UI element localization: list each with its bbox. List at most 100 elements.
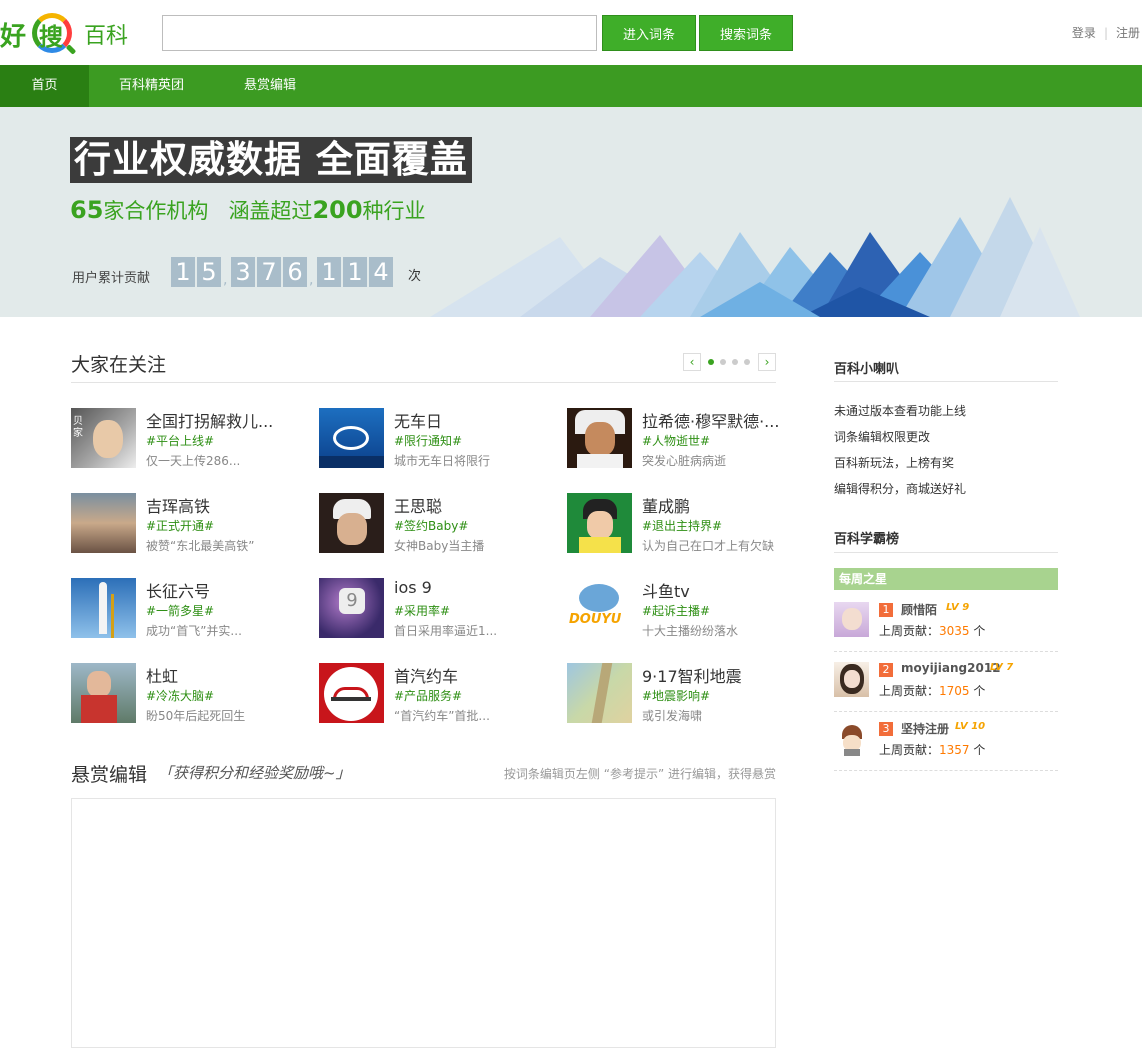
- main-nav: 首页 百科精英团 悬赏编辑: [0, 65, 1142, 107]
- rank-username[interactable]: 顾惜陌: [901, 601, 937, 618]
- hot-item-tag[interactable]: #起诉主播#: [642, 602, 710, 619]
- hot-item[interactable]: 吉珲高铁 #正式开通# 被赞“东北最美高铁”: [71, 493, 286, 555]
- hot-item-name[interactable]: 长征六号: [146, 578, 210, 602]
- hot-item-image: 贝家: [71, 408, 136, 468]
- hot-item-name[interactable]: 斗鱼tv: [642, 578, 690, 602]
- hot-item-desc: 首日采用率逼近1...: [394, 624, 498, 638]
- avatar[interactable]: [834, 602, 869, 637]
- hot-item[interactable]: 长征六号 #一箭多星# 成功“首飞”并实...: [71, 578, 286, 640]
- hot-item-desc: 城市无车日将限行: [394, 454, 491, 468]
- hot-item-tag[interactable]: #退出主持界#: [642, 517, 722, 534]
- search-input[interactable]: [162, 15, 597, 51]
- divider: [834, 552, 1058, 553]
- hot-item[interactable]: 无车日 #限行通知# 城市无车日将限行: [319, 408, 534, 470]
- rank-username[interactable]: 坚持注册: [901, 720, 949, 737]
- next-page-button[interactable]: ›: [758, 353, 776, 371]
- hot-item-name[interactable]: 拉希德·穆罕默德·...: [642, 408, 779, 432]
- hot-item[interactable]: 董成鹏 #退出主持界# 认为自己在口才上有欠缺: [567, 493, 782, 555]
- hot-item[interactable]: 拉希德·穆罕默德·... #人物逝世# 突发心脏病病逝: [567, 408, 782, 470]
- hot-item-desc: “首汽约车”首批...: [394, 709, 490, 723]
- reward-section-title: 悬赏编辑: [71, 764, 148, 786]
- notice-item[interactable]: 词条编辑权限更改: [834, 428, 930, 445]
- logo-search-icon: 搜: [28, 9, 78, 59]
- hot-item-image: [319, 493, 384, 553]
- hot-item-image: [567, 408, 632, 468]
- search-entry-button[interactable]: 搜索词条: [699, 15, 793, 51]
- notice-item[interactable]: 未通过版本查看功能上线: [834, 402, 966, 419]
- hot-item-tag[interactable]: #限行通知#: [394, 432, 462, 449]
- hot-item-tag[interactable]: #签约Baby#: [394, 517, 468, 534]
- hot-item[interactable]: DOUYU 斗鱼tv #起诉主播# 十大主播纷纷落水: [567, 578, 782, 640]
- pager-dot[interactable]: [732, 359, 738, 365]
- hot-item[interactable]: 杜虹 #冷冻大脑# 盼50年后起死回生: [71, 663, 286, 725]
- hot-item-name[interactable]: 吉珲高铁: [146, 493, 210, 517]
- nav-elite-team[interactable]: 百科精英团: [89, 65, 214, 107]
- hot-item-name[interactable]: 杜虹: [146, 663, 178, 687]
- nav-home[interactable]: 首页: [0, 65, 89, 107]
- hot-item[interactable]: 9·17智利地震 #地震影响# 或引发海啸: [567, 663, 782, 725]
- banner-title: 行业权威数据 全面覆盖: [70, 137, 472, 183]
- logo-baike: 百科: [84, 24, 129, 49]
- divider: [834, 381, 1058, 382]
- login-link[interactable]: 登录: [1072, 24, 1096, 41]
- prev-page-button[interactable]: ‹: [683, 353, 701, 371]
- pager-dot[interactable]: [744, 359, 750, 365]
- notice-item[interactable]: 百科新玩法，上榜有奖: [834, 454, 954, 471]
- rank-username[interactable]: moyijiang2012: [901, 661, 1001, 675]
- hot-item[interactable]: 王思聪 #签约Baby# 女神Baby当主播: [319, 493, 534, 555]
- hot-item-name[interactable]: ios 9: [394, 578, 432, 597]
- logo[interactable]: 好 搜 百科: [0, 8, 128, 60]
- rank-number: 1: [879, 603, 893, 617]
- hot-item-desc: 女神Baby当主播: [394, 539, 485, 553]
- header: 好 搜 百科 进入词条 搜索词条 登录 | 注册: [0, 0, 1142, 65]
- counter-unit: 次: [408, 269, 422, 284]
- hot-item-name[interactable]: 全国打拐解救儿...: [146, 408, 273, 432]
- hot-item-image: [319, 663, 384, 723]
- hot-item-name[interactable]: 9·17智利地震: [642, 663, 742, 687]
- hot-item-desc: 或引发海啸: [642, 709, 703, 723]
- hot-item-tag[interactable]: #正式开通#: [146, 517, 214, 534]
- hot-item-image: 9: [319, 578, 384, 638]
- hot-item-name[interactable]: 无车日: [394, 408, 442, 432]
- pager-dot[interactable]: [720, 359, 726, 365]
- account-links: 登录 | 注册: [1072, 24, 1140, 41]
- hot-item-tag[interactable]: #地震影响#: [642, 687, 710, 704]
- hot-item-image: DOUYU: [567, 578, 632, 638]
- hot-section-title: 大家在关注: [71, 354, 167, 376]
- avatar[interactable]: [834, 662, 869, 697]
- avatar[interactable]: [834, 721, 869, 756]
- hot-item-desc: 仅一天上传286...: [146, 454, 241, 468]
- hot-item[interactable]: 贝家 全国打拐解救儿... #平台上线# 仅一天上传286...: [71, 408, 286, 470]
- hot-pager: ‹ ›: [683, 353, 776, 371]
- nav-reward-edit[interactable]: 悬赏编辑: [214, 65, 326, 107]
- banner-subtitle: 65家合作机构 涵盖超过200种行业: [70, 196, 426, 224]
- hot-item-name[interactable]: 首汽约车: [394, 663, 458, 687]
- rank-row[interactable]: 2 moyijiang2012 LV 7 上周贡献：1705 个: [834, 656, 1058, 712]
- hot-item-name[interactable]: 王思聪: [394, 493, 442, 517]
- rank-row[interactable]: 1 顾惜陌 LV 9 上周贡献：3035 个: [834, 596, 1058, 652]
- notice-title: 百科小喇叭: [834, 362, 900, 377]
- banner[interactable]: 行业权威数据 全面覆盖 65家合作机构 涵盖超过200种行业 用户累计贡献 15…: [0, 107, 1142, 317]
- hot-item-tag[interactable]: #人物逝世#: [642, 432, 710, 449]
- weekly-star-bar[interactable]: 每周之星: [834, 568, 1058, 590]
- pager-dot[interactable]: [708, 359, 714, 365]
- logo-hao: 好: [0, 21, 27, 52]
- rank-row[interactable]: 3 坚持注册 LV 10 上周贡献：1357 个: [834, 715, 1058, 771]
- notice-item[interactable]: 编辑得积分，商城送好礼: [834, 480, 966, 497]
- hot-item-tag[interactable]: #采用率#: [394, 602, 450, 619]
- rank-title: 百科学霸榜: [834, 532, 900, 547]
- hot-item-image: [567, 663, 632, 723]
- hot-item-tag[interactable]: #冷冻大脑#: [146, 687, 214, 704]
- hot-item[interactable]: 9 ios 9 #采用率# 首日采用率逼近1...: [319, 578, 534, 640]
- register-link[interactable]: 注册: [1116, 24, 1140, 41]
- hot-item[interactable]: 首汽约车 #产品服务# “首汽约车”首批...: [319, 663, 534, 725]
- hot-item-tag[interactable]: #产品服务#: [394, 687, 462, 704]
- hot-item-tag[interactable]: #一箭多星#: [146, 602, 214, 619]
- hot-item-image: [319, 408, 384, 468]
- rank-contribution: 上周贡献：3035 个: [879, 624, 986, 638]
- hot-item-desc: 被赞“东北最美高铁”: [146, 539, 255, 553]
- hot-item-tag[interactable]: #平台上线#: [146, 432, 214, 449]
- hot-item-desc: 盼50年后起死回生: [146, 709, 246, 723]
- enter-entry-button[interactable]: 进入词条: [602, 15, 696, 51]
- hot-item-name[interactable]: 董成鹏: [642, 493, 690, 517]
